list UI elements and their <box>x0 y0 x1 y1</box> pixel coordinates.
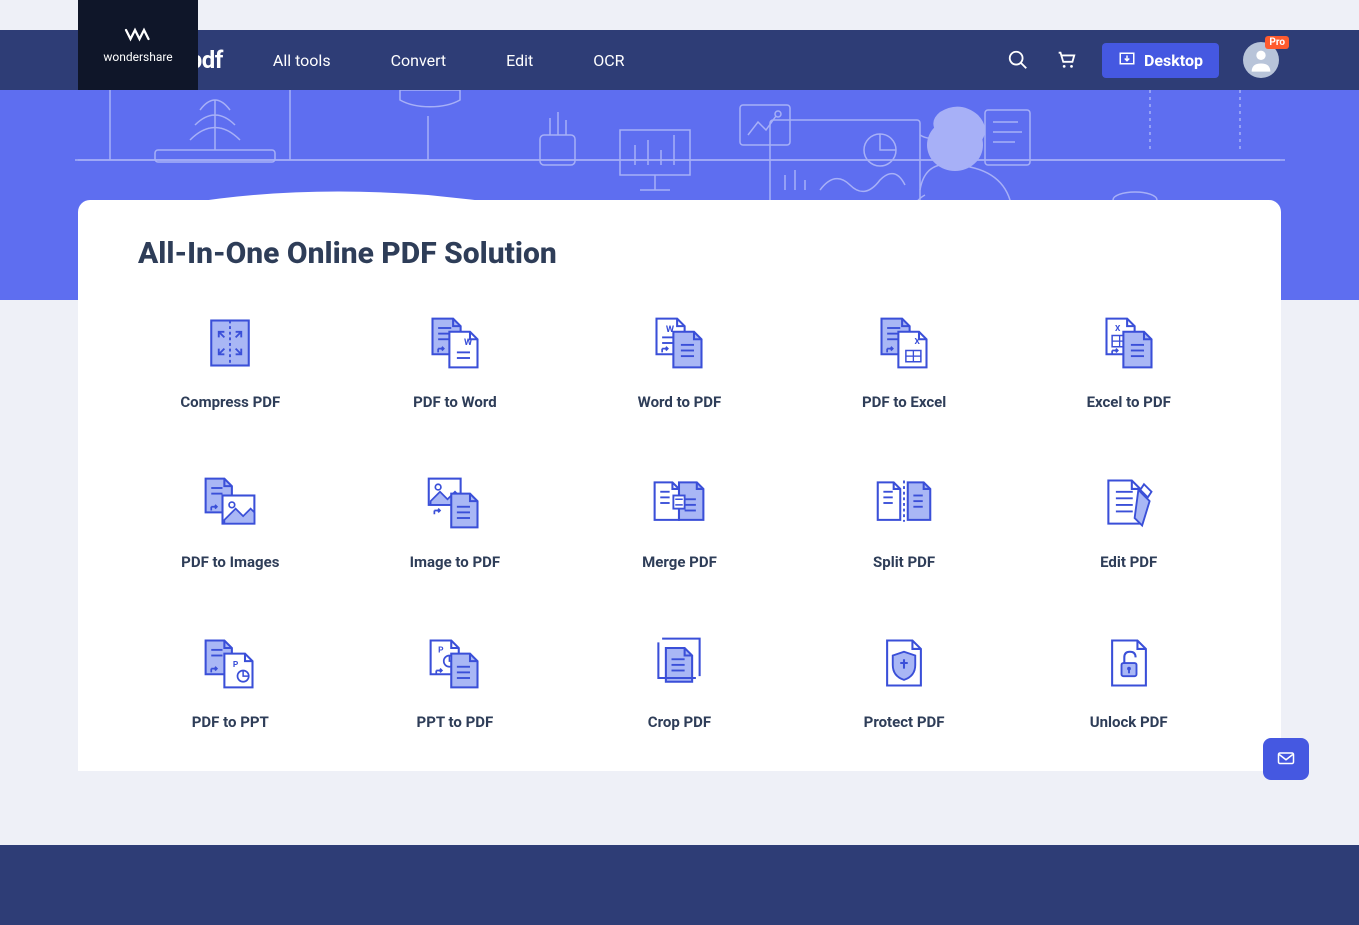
nav-ocr[interactable]: OCR <box>593 51 624 70</box>
merge-pdf-icon <box>647 471 711 535</box>
svg-text:X: X <box>1115 324 1121 334</box>
tool-image-to-pdf[interactable]: Image to PDF <box>363 471 548 571</box>
pdf-to-word-icon: W <box>423 311 487 375</box>
cart-icon <box>1055 49 1077 71</box>
tool-pdf-to-ppt[interactable]: P PDF to PPT <box>138 631 323 731</box>
tool-label: PDF to Word <box>413 393 497 411</box>
card-wave <box>78 170 1281 290</box>
tool-pdf-to-images[interactable]: PDF to Images <box>138 471 323 571</box>
desktop-button[interactable]: Desktop <box>1102 43 1219 78</box>
tool-label: Word to PDF <box>638 393 722 411</box>
tool-label: Unlock PDF <box>1090 713 1168 731</box>
tool-compress-pdf[interactable]: Compress PDF <box>138 311 323 411</box>
download-icon <box>1118 51 1136 69</box>
split-pdf-icon <box>872 471 936 535</box>
tool-label: Crop PDF <box>648 713 711 731</box>
main-nav: All tools Convert Edit OCR <box>273 51 625 70</box>
nav-all-tools[interactable]: All tools <box>273 51 331 70</box>
tool-edit-pdf[interactable]: Edit PDF <box>1036 471 1221 571</box>
excel-to-pdf-icon: X <box>1097 311 1161 375</box>
main-header: hipdf All tools Convert Edit OCR Des <box>0 30 1359 90</box>
user-avatar[interactable]: Pro <box>1243 42 1279 78</box>
compress-pdf-icon <box>198 311 262 375</box>
tool-label: Excel to PDF <box>1087 393 1171 411</box>
wondershare-badge[interactable]: wondershare <box>78 0 198 90</box>
chat-button[interactable] <box>1263 738 1309 780</box>
tool-pdf-to-excel[interactable]: X PDF to Excel <box>812 311 997 411</box>
tool-crop-pdf[interactable]: Crop PDF <box>587 631 772 731</box>
nav-edit[interactable]: Edit <box>506 51 533 70</box>
svg-text:X: X <box>915 337 921 347</box>
tool-excel-to-pdf[interactable]: X Excel to PDF <box>1036 311 1221 411</box>
tool-pdf-to-word[interactable]: W PDF to Word <box>363 311 548 411</box>
pdf-to-excel-icon: X <box>872 311 936 375</box>
pro-badge: Pro <box>1265 36 1289 49</box>
wondershare-label: wondershare <box>103 50 172 64</box>
search-button[interactable] <box>1006 48 1030 72</box>
footer-band <box>0 845 1359 925</box>
tools-grid: Compress PDF W PDF to Word W Word to PDF X PDF… <box>138 311 1221 731</box>
tool-split-pdf[interactable]: Split PDF <box>812 471 997 571</box>
tool-label: Protect PDF <box>864 713 945 731</box>
tool-label: Split PDF <box>873 553 935 571</box>
headline: All-In-One Online PDF Solution <box>138 236 1221 271</box>
tool-label: Image to PDF <box>410 553 501 571</box>
edit-pdf-icon <box>1097 471 1161 535</box>
tool-unlock-pdf[interactable]: Unlock PDF <box>1036 631 1221 731</box>
tool-ppt-to-pdf[interactable]: P PPT to PDF <box>363 631 548 731</box>
search-icon <box>1007 49 1029 71</box>
svg-text:P: P <box>438 646 444 656</box>
tool-word-to-pdf[interactable]: W Word to PDF <box>587 311 772 411</box>
svg-text:W: W <box>464 337 473 348</box>
tool-merge-pdf[interactable]: Merge PDF <box>587 471 772 571</box>
tool-label: PDF to PPT <box>192 713 269 731</box>
ppt-to-pdf-icon: P <box>423 631 487 695</box>
cart-button[interactable] <box>1054 48 1078 72</box>
nav-convert[interactable]: Convert <box>391 51 447 70</box>
mail-icon <box>1275 750 1297 768</box>
tool-label: PDF to Images <box>181 553 279 571</box>
tool-label: PDF to Excel <box>862 393 946 411</box>
tool-protect-pdf[interactable]: Protect PDF <box>812 631 997 731</box>
unlock-pdf-icon <box>1097 631 1161 695</box>
protect-pdf-icon <box>872 631 936 695</box>
tool-label: Compress PDF <box>180 393 280 411</box>
pdf-to-ppt-icon: P <box>198 631 262 695</box>
wondershare-logo-icon <box>123 26 153 46</box>
svg-text:P: P <box>233 660 239 670</box>
tool-label: Edit PDF <box>1100 553 1157 571</box>
tool-label: PPT to PDF <box>417 713 494 731</box>
pdf-to-images-icon <box>198 471 262 535</box>
crop-pdf-icon <box>647 631 711 695</box>
tool-label: Merge PDF <box>642 553 717 571</box>
image-to-pdf-icon <box>423 471 487 535</box>
avatar-icon <box>1247 46 1275 74</box>
desktop-label: Desktop <box>1144 51 1203 70</box>
word-to-pdf-icon: W <box>647 311 711 375</box>
